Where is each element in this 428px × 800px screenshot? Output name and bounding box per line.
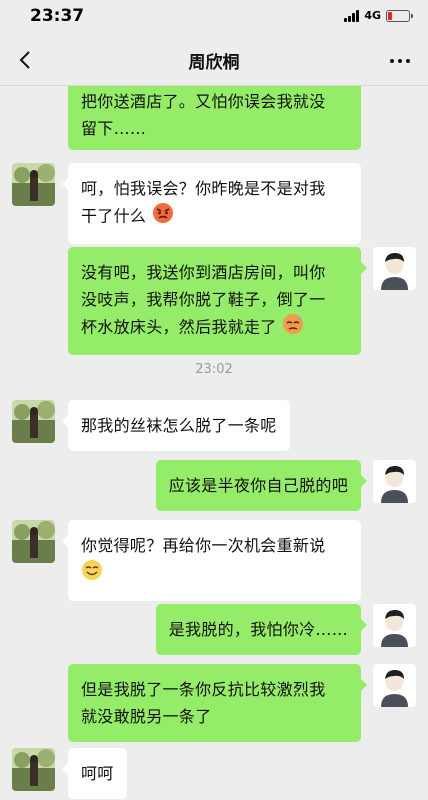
sweat-face-emoji: [282, 313, 304, 343]
angry-face-emoji: [152, 202, 174, 232]
message-text: 杯水放床头，然后我就走了: [81, 317, 277, 337]
status-bar: 23:37 4G: [0, 0, 428, 34]
my-avatar[interactable]: [373, 664, 416, 707]
message-line: 把你送酒店了。又怕你误会我就没: [81, 92, 326, 111]
ellipsis-icon[interactable]: [386, 59, 410, 63]
message-line: 干了什么: [81, 202, 348, 232]
message-line: 你觉得呢？再给你一次机会重新说: [81, 536, 326, 555]
message-line: 没吱声，我帮你脱了鞋子，倒了一: [81, 290, 326, 309]
message-line: 呵，怕我误会？你昨晚是不是对我: [81, 179, 326, 198]
message-timestamp: 23:02: [195, 362, 233, 377]
message-line: 是我脱的，我怕你冷……: [168, 620, 348, 639]
message-line: 留下……: [81, 119, 147, 138]
my-avatar[interactable]: [373, 247, 416, 290]
contact-name: 周欣桐: [188, 53, 240, 73]
message-bubble-5[interactable]: 应该是半夜你自己脱的吧: [155, 460, 368, 511]
status-icons: 4G: [344, 9, 413, 22]
message-bubble-3[interactable]: 没有吧，我送你到酒店房间，叫你 没吱声，我帮你脱了鞋子，倒了一 杯水放床头，然后…: [68, 247, 367, 355]
contact-avatar[interactable]: [12, 163, 55, 206]
message-line: 那我的丝袜怎么脱了一条呢: [81, 416, 277, 435]
message-bubble-8[interactable]: 但是我脱了一条你反抗比较激烈我 就没敢脱另一条了: [68, 664, 367, 742]
message-bubble-2[interactable]: 呵，怕我误会？你昨晚是不是对我 干了什么: [62, 163, 361, 244]
message-bubble-7[interactable]: 是我脱的，我怕你冷……: [155, 604, 368, 655]
message-text: 干了什么: [81, 206, 147, 226]
battery-icon: [386, 9, 413, 22]
message-line: 杯水放床头，然后我就走了: [81, 313, 348, 343]
status-time: 23:37: [30, 6, 85, 26]
message-line: 但是我脱了一条你反抗比较激烈我: [81, 680, 326, 699]
message-line: 应该是半夜你自己脱的吧: [168, 476, 348, 495]
contact-avatar[interactable]: [12, 748, 55, 791]
contact-avatar[interactable]: [12, 400, 55, 443]
message-bubble-6[interactable]: 你觉得呢？再给你一次机会重新说: [62, 520, 361, 601]
message-bubble-9[interactable]: 呵呵: [62, 748, 127, 799]
my-avatar[interactable]: [373, 604, 416, 647]
message-line: 呵呵: [81, 764, 114, 783]
message-line: 就没敢脱另一条了: [81, 707, 212, 726]
message-bubble-1[interactable]: 把你送酒店了。又怕你误会我就没 留下……: [68, 86, 361, 150]
network-type: 4G: [364, 9, 381, 22]
my-avatar[interactable]: [373, 460, 416, 503]
message-line: [81, 559, 348, 589]
contact-avatar[interactable]: [12, 520, 55, 563]
chat-header: 周欣桐: [0, 34, 428, 86]
signal-icon: [344, 9, 360, 22]
message-bubble-4[interactable]: 那我的丝袜怎么脱了一条呢: [62, 400, 290, 451]
smile-face-emoji: [81, 559, 103, 589]
message-line: 没有吧，我送你到酒店房间，叫你: [81, 263, 326, 282]
